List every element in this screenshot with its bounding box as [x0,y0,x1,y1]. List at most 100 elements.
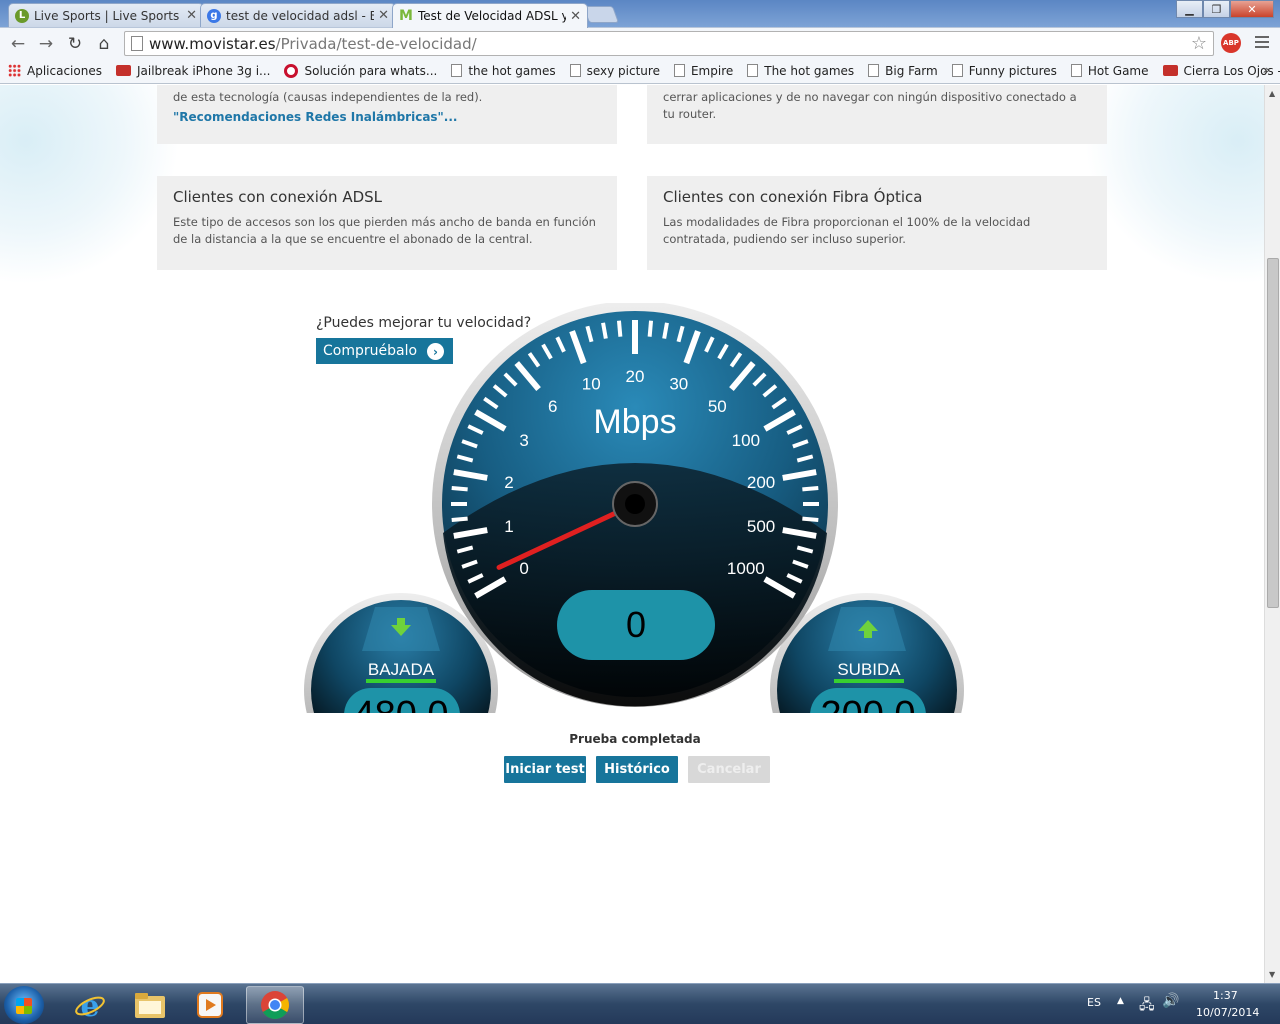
vertical-scrollbar[interactable]: ▲ ▼ [1264,85,1280,983]
minor-tick [616,320,623,337]
bookmark-item[interactable]: Funny pictures [951,64,1057,78]
upload-label: SUBIDA [837,660,901,679]
adblock-plus-icon[interactable]: ABP [1221,33,1241,53]
page-icon [451,64,463,77]
new-tab-button[interactable] [582,6,620,23]
bookmark-item[interactable]: The hot games [747,64,854,78]
bookmark-item[interactable]: the hot games [451,64,556,78]
bookmark-apps[interactable]: Aplicaciones [8,64,102,78]
page-icon [1070,64,1082,77]
forward-arrow-icon[interactable]: → [34,32,58,56]
bookmark-item[interactable]: Solución para whats... [284,63,437,78]
info-card-router: cerrar aplicaciones y de no navegar con … [647,85,1107,144]
address-bar[interactable]: www.movistar.es/Privada/test-de-velocida… [124,31,1214,56]
unit-label: Mbps [593,403,676,441]
page-icon [131,36,143,51]
tab-movistar[interactable]: M Test de Velocidad ADSL y ✕ [392,3,588,28]
bookmark-label: The hot games [764,63,855,78]
bookmarks-overflow-button[interactable]: » [1263,63,1270,77]
card-text: Las modalidades de Fibra proporcionan el… [663,215,1031,246]
page-icon [673,64,685,77]
language-indicator[interactable]: ES [1087,996,1101,1009]
background-decoration [1084,85,1264,285]
close-window-button[interactable]: ✕ [1230,0,1274,18]
tab-google-search[interactable]: g test de velocidad adsl - Bu ✕ [200,3,396,27]
scale-label: 500 [747,517,775,536]
file-explorer-icon[interactable] [122,986,178,1024]
check-button-label: Compruébalo [323,343,418,359]
check-button[interactable]: Compruébalo › [316,338,453,364]
minor-tick [802,516,819,523]
info-card-wifi: de esta tecnología (causas independiente… [157,85,617,144]
cancel-button[interactable]: Cancelar [688,756,770,783]
download-underline [366,679,436,683]
volume-icon[interactable]: 🔊 [1162,993,1179,1009]
bookmark-item[interactable]: Big Farm [868,64,938,78]
close-tab-icon[interactable]: ✕ [570,9,581,24]
bookmark-item[interactable]: sexy picture [569,64,660,78]
scale-label: 20 [626,367,645,386]
google-favicon: g [207,8,221,23]
svg-text:e: e [80,989,99,1021]
minor-tick [601,322,608,339]
clock-date[interactable]: 10/07/2014 [1196,1006,1259,1019]
browser-toolbar: ← → ↻ ⌂ www.movistar.es/Privada/test-de-… [0,27,1280,58]
start-button[interactable] [4,986,44,1024]
wifi-recommendations-link[interactable]: "Recomendaciones Redes Inalámbricas"... [173,110,457,124]
start-test-button[interactable]: Iniciar test [504,756,586,783]
tab-title: test de velocidad adsl - Bu [226,8,375,23]
bookmark-item[interactable]: Hot Game [1070,64,1149,78]
window-controls: ▁ ❐ ✕ [1176,0,1274,18]
close-tab-icon[interactable]: ✕ [378,8,389,23]
bookmark-label: Jailbreak iPhone 3g i... [136,63,271,78]
reload-icon[interactable]: ↻ [63,32,87,56]
clock-time[interactable]: 1:37 [1213,989,1238,1002]
home-icon[interactable]: ⌂ [92,32,116,56]
network-icon[interactable]: 🖧 [1139,994,1155,1018]
minimize-button[interactable]: ▁ [1176,0,1203,18]
history-button[interactable]: Histórico [596,756,678,783]
show-hidden-icons-icon[interactable]: ▲ [1117,996,1124,1006]
improve-speed-question: ¿Puedes mejorar tu velocidad? [316,315,532,331]
back-arrow-icon[interactable]: ← [6,32,30,56]
scroll-up-arrow-icon[interactable]: ▲ [1269,89,1275,98]
url-host: www.movistar.es [149,34,276,53]
speedometer: BAJADA 480.0 kbps SUBIDA 200.0 kbps [304,303,964,713]
scrollbar-thumb[interactable] [1267,258,1279,608]
upload-underline [834,679,904,683]
scale-label: 1000 [727,559,765,578]
minor-tick [451,516,468,523]
scale-label: 3 [519,431,528,450]
download-label: BAJADA [368,660,435,679]
scale-label: 2 [504,473,513,492]
scale-label: 100 [732,431,760,450]
info-card-adsl: Clientes con conexión ADSL Este tipo de … [157,176,617,270]
target-icon [284,63,299,78]
bookmark-label: Empire [690,63,734,78]
minor-tick [662,322,669,339]
chrome-menu-icon[interactable] [1255,36,1269,51]
movistar-favicon: M [399,8,413,24]
scroll-down-arrow-icon[interactable]: ▼ [1269,970,1275,979]
scale-label: 50 [708,397,727,416]
card-text: de esta tecnología (causas independiente… [173,90,483,104]
minor-tick [802,485,819,492]
bookmark-item[interactable]: Empire [673,63,734,78]
close-tab-icon[interactable]: ✕ [186,8,197,23]
internet-explorer-icon[interactable]: e [62,986,118,1024]
windows-logo-icon [16,998,32,1014]
maximize-button[interactable]: ❐ [1203,0,1230,18]
bookmark-star-icon[interactable]: ☆ [1191,33,1207,54]
scale-label: 30 [669,375,688,394]
media-player-icon[interactable] [182,986,238,1024]
chrome-taskbar-icon[interactable] [246,986,304,1024]
bookmark-label: Big Farm [885,63,938,78]
apps-icon [8,64,21,77]
upload-value: 200.0 [820,694,915,713]
bookmark-item[interactable]: Jailbreak iPhone 3g i... [115,63,271,78]
tab-live-sports[interactable]: L Live Sports | Live Sports St ✕ [8,3,204,27]
current-speed-value: 0 [626,604,646,645]
minor-tick [451,485,468,492]
info-card-fibra: Clientes con conexión Fibra Óptica Las m… [647,176,1107,270]
youtube-icon [115,65,131,76]
